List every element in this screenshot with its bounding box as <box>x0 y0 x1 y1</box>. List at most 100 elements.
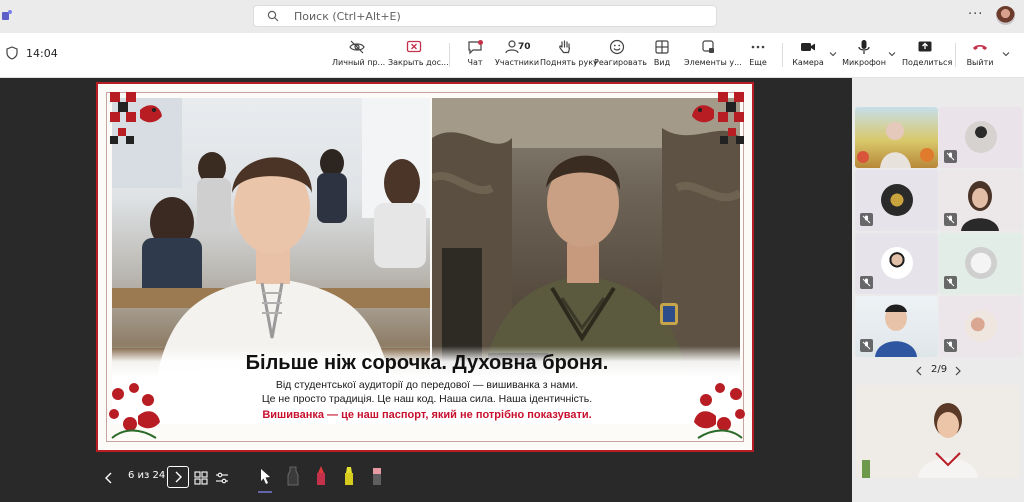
share-button[interactable]: Поделиться <box>902 39 952 67</box>
muted-mic-indicator <box>944 339 957 352</box>
raise-hand-button[interactable]: Поднять руку <box>540 39 598 67</box>
previous-slide-button[interactable] <box>104 472 114 484</box>
embroidery-ornament-bottom-right <box>694 383 745 439</box>
slide-subtitle-1: Від студентської аудиторії до передової … <box>275 379 579 391</box>
participant-tile[interactable] <box>855 170 938 231</box>
more-options-button[interactable]: ··· <box>968 7 983 22</box>
chevron-down-icon[interactable] <box>1002 50 1010 58</box>
settings-sliders-button[interactable] <box>215 471 229 485</box>
apps-icon <box>702 40 714 53</box>
shield-icon <box>6 46 18 60</box>
leave-button[interactable]: Выйти <box>964 39 996 67</box>
participant-avatar <box>965 247 997 279</box>
participants-label: Участники <box>495 58 540 67</box>
next-slide-button[interactable] <box>167 466 189 488</box>
private-view-button[interactable]: Личный пр... <box>332 39 386 67</box>
participant-tile[interactable] <box>855 107 938 168</box>
toolbar-divider <box>955 43 956 67</box>
presentation-slide: Більше ніж сорочка. Духовна броня. Від с… <box>96 82 754 452</box>
participant-tile[interactable] <box>939 107 1022 168</box>
microphone-button[interactable]: Микрофон <box>842 39 886 67</box>
participant-avatar <box>965 310 997 342</box>
slide-tagline: Вишиванка — це наш паспорт, який не потр… <box>262 409 592 421</box>
toolbar-divider <box>449 43 450 67</box>
smile-icon <box>609 39 625 55</box>
participants-button[interactable]: Участники <box>495 39 539 67</box>
mic-off-icon <box>862 215 871 224</box>
teams-logo-icon[interactable] <box>2 9 12 23</box>
react-label: Реагировать <box>594 58 648 67</box>
grid-icon <box>655 40 669 54</box>
muted-mic-indicator <box>944 213 957 226</box>
hangup-icon <box>973 45 987 50</box>
participant-tile[interactable] <box>855 233 938 294</box>
camera-label: Камера <box>792 58 824 67</box>
grid-view-button[interactable] <box>194 471 208 485</box>
chat-notification-dot <box>478 40 483 45</box>
slide-subtitle-2: Це не просто традиція. Це наш код. Наша … <box>261 393 593 405</box>
embroidery-ornament-top-right <box>692 92 744 144</box>
mic-off-icon <box>862 341 871 350</box>
view-button[interactable]: Вид <box>648 39 676 67</box>
stop-sharing-label: Закрыть дос... <box>388 58 449 67</box>
chat-button[interactable]: Чат <box>460 39 490 67</box>
participant-tile[interactable] <box>939 233 1022 294</box>
mic-icon <box>858 40 870 54</box>
slide-headline: Більше ніж сорочка. Духовна броня. <box>245 352 609 374</box>
participant-tile[interactable] <box>855 296 938 357</box>
mic-off-icon <box>946 278 955 287</box>
highlighter-tool[interactable] <box>342 465 356 487</box>
mic-off-icon <box>862 278 871 287</box>
more-button[interactable]: Еще <box>744 39 772 67</box>
more-icon <box>751 45 765 49</box>
apps-label: Элементы у... <box>684 58 742 67</box>
active-tool-indicator <box>258 491 272 493</box>
apps-button[interactable]: Элементы у... <box>684 39 742 67</box>
stop-share-icon <box>406 40 422 53</box>
participant-tile[interactable] <box>939 296 1022 357</box>
participant-avatar <box>881 247 913 279</box>
chevron-down-icon[interactable] <box>888 50 896 58</box>
mic-off-icon <box>946 215 955 224</box>
chevron-down-icon[interactable] <box>829 50 837 58</box>
microphone-label: Микрофон <box>842 58 886 67</box>
muted-mic-indicator <box>860 213 873 226</box>
self-video-feed <box>856 385 1020 478</box>
pen-red-tool[interactable] <box>314 465 328 487</box>
laser-pointer-button[interactable] <box>258 468 272 486</box>
eraser-tool[interactable] <box>370 465 384 487</box>
toolbar-divider <box>782 43 783 67</box>
mic-off-icon <box>946 341 955 350</box>
muted-mic-indicator <box>860 276 873 289</box>
react-button[interactable]: Реагировать <box>594 39 647 67</box>
pen-black-tool[interactable] <box>286 465 300 487</box>
muted-mic-indicator <box>860 339 873 352</box>
search-box[interactable]: Поиск (Ctrl+Alt+E) <box>253 5 717 27</box>
self-view-video[interactable] <box>856 385 1020 478</box>
chevron-right-icon <box>175 471 182 483</box>
leave-label: Выйти <box>966 58 994 67</box>
participant-video <box>857 122 934 168</box>
camera-button[interactable]: Камера <box>792 39 824 67</box>
share-label: Поделиться <box>902 58 953 67</box>
stop-sharing-button[interactable]: Закрыть дос... <box>388 39 449 67</box>
embroidery-ornament-top-left <box>110 92 162 144</box>
meeting-toolbar: 14:04 Личный пр... Закрыть дос... Чат Уч… <box>0 33 1024 78</box>
muted-mic-indicator <box>944 276 957 289</box>
user-avatar[interactable] <box>996 6 1015 25</box>
raise-hand-label: Поднять руку <box>540 58 598 67</box>
participant-avatar <box>965 121 997 153</box>
mic-off-icon <box>946 152 955 161</box>
participant-tile[interactable] <box>939 170 1022 231</box>
more-label: Еще <box>749 58 767 67</box>
slide-counter: 6 из 24 <box>128 470 166 481</box>
eye-off-icon <box>349 40 365 54</box>
hand-icon <box>559 40 571 54</box>
private-view-label: Личный пр... <box>332 58 386 67</box>
participant-avatar <box>881 184 913 216</box>
next-page-button[interactable] <box>954 366 962 376</box>
previous-page-button[interactable] <box>915 366 923 376</box>
muted-mic-indicator <box>944 150 957 163</box>
title-bar: Поиск (Ctrl+Alt+E) ··· <box>0 0 1024 33</box>
search-placeholder: Поиск (Ctrl+Alt+E) <box>294 10 401 23</box>
